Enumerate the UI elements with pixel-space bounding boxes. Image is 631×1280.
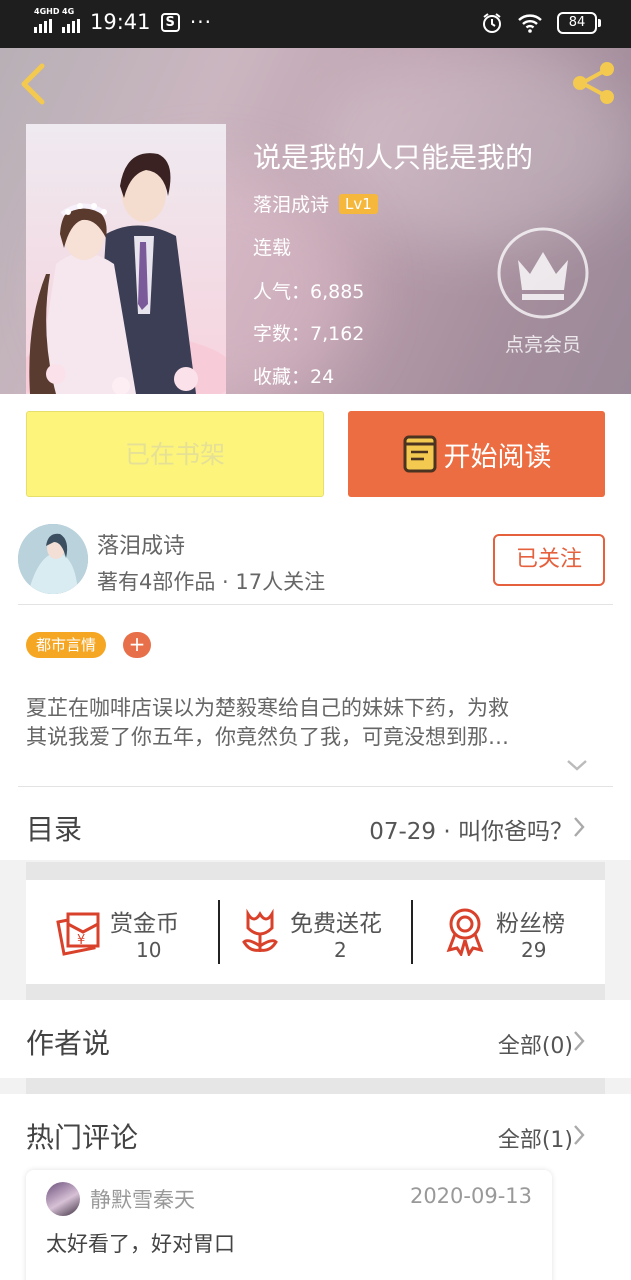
expand-chevron-icon[interactable] — [566, 758, 588, 772]
avatar-illustration — [18, 524, 88, 594]
author-says-all-link[interactable]: 全部(0) — [498, 1028, 573, 1060]
svg-text:¥: ¥ — [77, 933, 85, 948]
reward-coin-label: 赏金币 — [110, 911, 179, 937]
divider — [18, 604, 613, 605]
divider — [18, 786, 613, 787]
favorites-count: 收藏：24 — [253, 366, 335, 388]
wifi-icon — [518, 14, 542, 33]
following-button[interactable]: 已关注 — [493, 534, 605, 586]
chevron-right-icon[interactable] — [572, 1030, 586, 1052]
vip-label[interactable]: 点亮会员 — [490, 330, 596, 357]
commenter-avatar[interactable] — [46, 1182, 80, 1216]
book-description[interactable]: 夏芷在咖啡店误以为楚毅寒给自己的妹妹下药，为救 其说我爱了你五年，你竟然负了我，… — [26, 694, 600, 752]
word-count: 字数：7,162 — [253, 323, 365, 345]
description-line: 夏芷在咖啡店误以为楚毅寒给自己的妹妹下药，为救 — [26, 696, 509, 720]
author-says-section[interactable]: 作者说 全部(0) — [0, 1000, 631, 1078]
book-detail-panel: 已在书架 开始阅读 落泪成诗 著有4部作品 · 17人关注 已关注 都市言情 +… — [0, 394, 631, 860]
chevron-right-icon[interactable] — [572, 1124, 586, 1146]
author-says-title: 作者说 — [26, 1027, 111, 1060]
toc-label[interactable]: 目录 — [26, 808, 82, 848]
latest-chapter[interactable]: 07-29 · 叫你爸吗？ — [369, 812, 573, 846]
author-card-stats: 著有4部作品 · 17人关注 — [97, 570, 326, 594]
popularity-count: 人气：6,885 — [253, 281, 365, 303]
status-bar: 4GHD 4G 19:41 S ··· 84 — [0, 0, 631, 48]
section-gap — [26, 1078, 605, 1094]
signal-icon: 4GHD — [34, 7, 59, 33]
book-cover-image[interactable] — [26, 124, 226, 394]
flower-icon — [242, 908, 278, 952]
more-notifications-icon: ··· — [189, 10, 212, 34]
reward-flower-value: 2 — [334, 938, 347, 962]
section-gap — [26, 862, 605, 880]
comment-card[interactable]: 静默雪秦天 2020-09-13 太好看了，好对胃口 — [26, 1170, 552, 1280]
app-notification-icon: S — [160, 12, 180, 32]
coin-icon: ¥ — [56, 912, 100, 956]
crown-icon[interactable] — [496, 226, 590, 320]
author-line: 落泪成诗 Lv1 — [253, 190, 378, 217]
reward-fans[interactable]: 粉丝榜 29 — [413, 880, 605, 984]
chevron-right-icon[interactable] — [572, 816, 586, 838]
reward-fans-value: 29 — [521, 938, 547, 962]
description-line: 其说我爱了你五年，你竟然负了我，可竟没想到那… — [26, 725, 509, 749]
reward-fans-label: 粉丝榜 — [496, 911, 565, 937]
alarm-icon — [483, 13, 501, 33]
cover-illustration — [26, 153, 226, 394]
author-name[interactable]: 落泪成诗 — [253, 190, 329, 217]
author-card-name[interactable]: 落泪成诗 — [97, 528, 185, 560]
genre-tag[interactable]: 都市言情 — [26, 632, 107, 658]
reward-flower-label: 免费送花 — [290, 911, 382, 937]
rewards-row: ¥ 赏金币 10 免费送花 2 粉丝榜 29 — [26, 880, 605, 984]
reward-coin-value: 10 — [136, 938, 162, 962]
battery-icon: 84 — [557, 12, 601, 34]
hot-comments-title: 热门评论 — [26, 1121, 139, 1154]
serial-status: 连载 — [253, 237, 292, 259]
book-header: 说是我的人只能是我的 落泪成诗 Lv1 连载 人气：6,885 字数：7,162… — [0, 48, 631, 394]
reward-coin[interactable]: ¥ 赏金币 10 — [26, 880, 218, 984]
comment-date: 2020-09-13 — [409, 1184, 532, 1208]
signal-icon: 4G — [62, 7, 80, 33]
commenter-name[interactable]: 静默雪秦天 — [90, 1184, 195, 1214]
add-tag-button[interactable]: + — [123, 632, 151, 658]
reward-flower[interactable]: 免费送花 2 — [220, 880, 412, 984]
share-icon[interactable] — [569, 60, 619, 106]
back-arrow-icon[interactable] — [16, 62, 50, 106]
section-gap — [26, 984, 605, 1000]
book-title: 说是我的人只能是我的 — [253, 141, 534, 174]
start-reading-button[interactable]: 开始阅读 — [348, 411, 605, 497]
start-reading-label: 开始阅读 — [443, 441, 552, 473]
in-bookshelf-button[interactable]: 已在书架 — [26, 411, 324, 497]
medal-icon — [446, 908, 484, 956]
hot-comments-all-link[interactable]: 全部(1) — [498, 1122, 573, 1154]
comment-text: 太好看了，好对胃口 — [46, 1232, 235, 1256]
book-icon — [403, 435, 436, 473]
clock: 19:41 — [90, 10, 151, 34]
author-avatar[interactable] — [18, 524, 88, 594]
level-badge: Lv1 — [339, 193, 378, 214]
